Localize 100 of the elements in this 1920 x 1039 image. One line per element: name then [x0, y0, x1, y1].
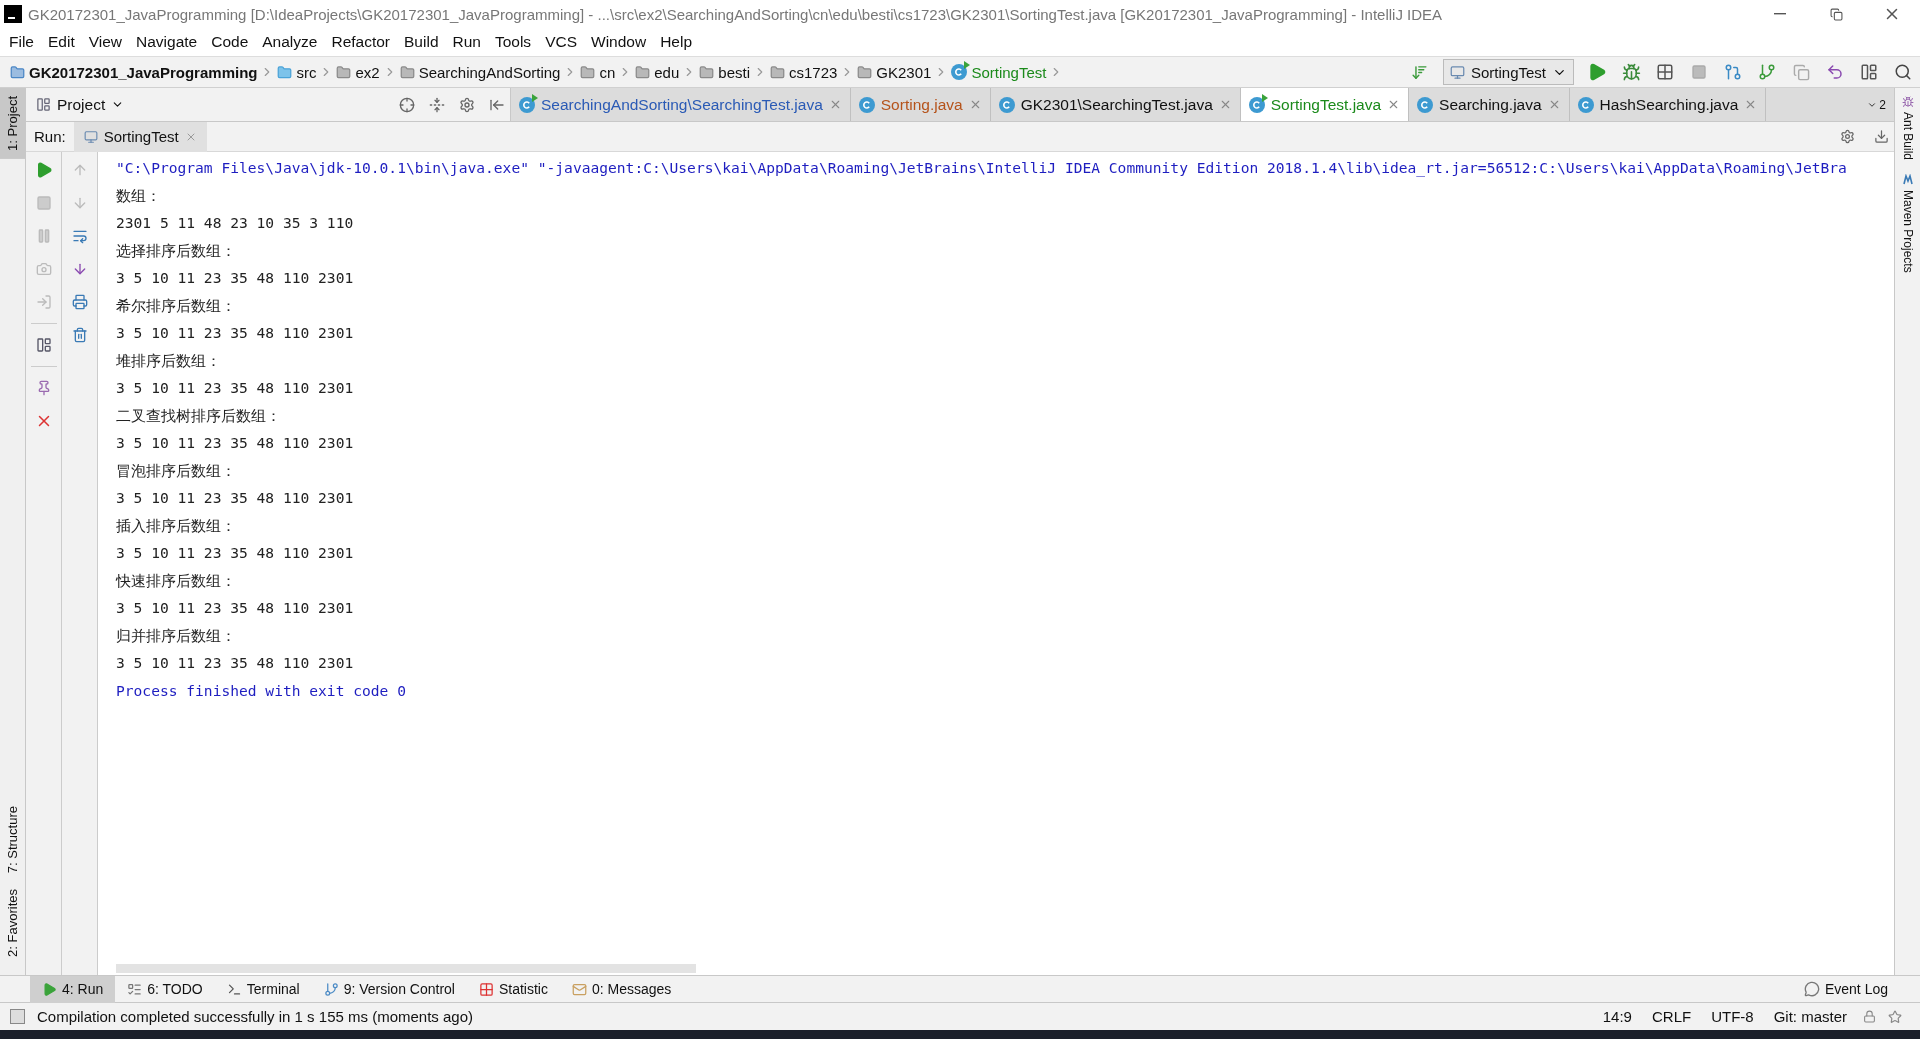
- menu-item[interactable]: Navigate: [129, 29, 205, 55]
- minimize-icon: [1774, 13, 1786, 15]
- run-config-dropdown[interactable]: SortingTest: [1442, 59, 1574, 85]
- branch-icon: [323, 981, 339, 997]
- speech-bubble-icon: [1803, 981, 1820, 997]
- class-icon: [1248, 96, 1265, 113]
- console-line: 3 5 10 11 23 35 48 110 2301: [116, 323, 355, 343]
- class-icon: [998, 96, 1015, 113]
- panel-icon: [36, 97, 51, 112]
- folder-icon: [277, 64, 293, 80]
- tool-window-tab[interactable]: 1: Project: [0, 88, 25, 159]
- menu-item[interactable]: Help: [653, 29, 700, 55]
- breadcrumb[interactable]: src: [275, 59, 319, 85]
- tool-window-tab[interactable]: 2: Favorites: [0, 881, 25, 965]
- tool-window-tab[interactable]: Terminal: [214, 975, 312, 1003]
- window-title: GK20172301_JavaProgramming [D:\IdeaProjects\GK20172301_JavaProgramming] - ...\src\ex2\SearchingAndSorting\cn\edu\besti\cs1723\GK2301\SortingTest.java [GK20172301_JavaProgramming] - IntelliJ IDEA: [28, 5, 1444, 23]
- folder-icon: [336, 64, 352, 80]
- menu-item[interactable]: Code: [204, 29, 256, 55]
- tool-window-tab[interactable]: Ant Build: [1900, 96, 1915, 161]
- menu-item[interactable]: Build: [397, 29, 446, 55]
- console-line: 归并排序后数组：: [116, 625, 237, 646]
- menu-item[interactable]: VCS: [538, 29, 584, 55]
- tool-window-tab[interactable]: 6: TODO: [115, 975, 215, 1003]
- terminal-icon: [226, 981, 242, 997]
- console-line: 二叉查找树排序后数组：: [116, 405, 282, 426]
- breadcrumb[interactable]: edu: [633, 59, 682, 85]
- todo-icon: [127, 981, 143, 997]
- encoding-selector[interactable]: UTF-8: [1707, 1008, 1758, 1025]
- menu-item[interactable]: View: [81, 29, 130, 55]
- breadcrumb[interactable]: GK2301: [855, 59, 934, 85]
- editor-tab[interactable]: SortingTest.java: [1240, 88, 1410, 121]
- line-separator-selector[interactable]: CRLF: [1647, 1008, 1696, 1025]
- breadcrumb[interactable]: SearchingAndSorting: [397, 59, 563, 85]
- console-line: 3 5 10 11 23 35 48 110 2301: [116, 433, 355, 453]
- tool-window-tab[interactable]: Statistic: [466, 975, 560, 1003]
- bug-icon: [1901, 96, 1914, 108]
- folder-icon: [10, 64, 25, 80]
- breadcrumb[interactable]: GK20172301_JavaProgramming: [8, 59, 260, 85]
- console-line: 3 5 10 11 23 35 48 110 2301: [116, 653, 355, 673]
- menu-item[interactable]: Analyze: [255, 29, 325, 55]
- console-line: 2301 5 11 48 23 10 35 3 110: [116, 213, 355, 233]
- folder-icon: [580, 64, 596, 80]
- breadcrumb[interactable]: ex2: [334, 59, 382, 85]
- event-log-button[interactable]: Event Log: [1791, 975, 1900, 1003]
- maven-icon: [1901, 174, 1914, 187]
- menu-item[interactable]: Window: [584, 29, 654, 55]
- menu-item[interactable]: Run: [445, 29, 488, 55]
- window-icon: [83, 129, 98, 144]
- breadcrumb[interactable]: SortingTest: [949, 59, 1049, 85]
- tool-window-tab[interactable]: 9: Version Control: [311, 975, 467, 1003]
- play-icon: [42, 981, 57, 997]
- console-line: 选择排序后数组：: [116, 240, 237, 261]
- vcs-branch-selector[interactable]: Git: master: [1769, 1008, 1851, 1025]
- console-line: Process finished with exit code 0: [116, 680, 407, 701]
- run-tab[interactable]: SortingTest: [73, 121, 207, 152]
- class-icon: [1577, 96, 1594, 113]
- console-line: 3 5 10 11 23 35 48 110 2301: [116, 488, 355, 508]
- console-line: 3 5 10 11 23 35 48 110 2301: [116, 598, 355, 618]
- console-line: 堆排序后数组：: [116, 350, 222, 371]
- console-line: 希尔排序后数组：: [116, 295, 237, 316]
- scrollbar-thumb[interactable]: [116, 964, 696, 973]
- folder-icon: [399, 64, 415, 80]
- breadcrumb[interactable]: cs1723: [768, 59, 840, 85]
- tool-window-tab[interactable]: 7: Structure: [0, 797, 25, 882]
- console-line: 3 5 10 11 23 35 48 110 2301: [116, 543, 355, 563]
- folder-icon: [857, 64, 873, 80]
- folder-icon: [699, 64, 715, 80]
- console-line: 3 5 10 11 23 35 48 110 2301: [116, 268, 355, 288]
- restore-icon: [1829, 7, 1843, 21]
- tool-window-tab[interactable]: Maven Projects: [1900, 174, 1915, 273]
- class-icon: [519, 96, 535, 113]
- messages-icon: [572, 981, 587, 997]
- app-logo-icon: [4, 5, 22, 23]
- menu-item[interactable]: Tools: [487, 29, 539, 55]
- breadcrumb[interactable]: besti: [697, 59, 752, 85]
- breadcrumb[interactable]: cn: [578, 59, 618, 85]
- folder-icon: [770, 64, 785, 80]
- project-dropdown[interactable]: Project: [36, 95, 125, 114]
- cursor-position[interactable]: 14:9: [1598, 1008, 1636, 1025]
- tool-window-tab[interactable]: 0: Messages: [560, 975, 684, 1003]
- console-line: 数组：: [116, 185, 162, 206]
- status-message: Compilation completed successfully in 1 s 155 ms (moments ago): [37, 1008, 474, 1025]
- folder-icon: [635, 64, 651, 80]
- class-icon: [951, 64, 968, 80]
- tab-overflow-button[interactable]: 2: [1859, 88, 1894, 121]
- status-icon: [10, 1009, 25, 1024]
- class-icon: [1417, 96, 1434, 113]
- tool-window-tab[interactable]: 4: Run: [30, 975, 116, 1003]
- class-icon: [858, 96, 875, 113]
- menu-item[interactable]: File: [2, 29, 41, 55]
- menu-item[interactable]: Edit: [41, 29, 82, 55]
- console-line: 快速排序后数组：: [116, 570, 237, 591]
- console-line: 3 5 10 11 23 35 48 110 2301: [116, 378, 355, 398]
- console-line: 冒泡排序后数组：: [116, 460, 237, 481]
- run-label: Run:: [34, 128, 66, 145]
- window-icon: [1449, 64, 1465, 80]
- console-line: 插入排序后数组：: [116, 515, 237, 536]
- console-line: "C:\Program Files\Java\jdk-10.0.1\bin\java.exe" "-javaagent:C:\Users\kai\AppData\Roaming\JetBrains\IntelliJ IDEA Community Edition 2018.1.4\lib\idea_rt.jar=56512:C:\Users\kai\AppData\Roaming\JetBra: [116, 158, 1848, 179]
- menu-item[interactable]: Refactor: [324, 29, 398, 55]
- lock-icon[interactable]: [1863, 1010, 1876, 1023]
